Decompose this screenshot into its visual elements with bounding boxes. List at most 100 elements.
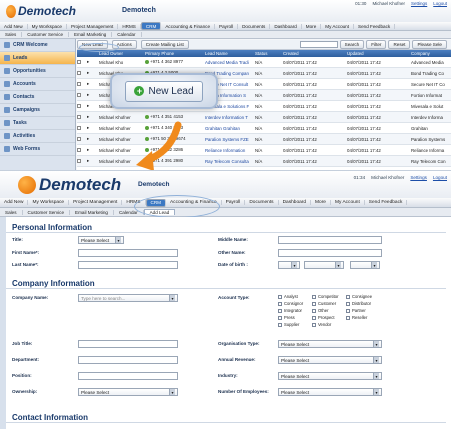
row-checkbox[interactable] bbox=[77, 125, 81, 130]
tab-sales[interactable]: Sales bbox=[0, 209, 23, 215]
create-mailing-list-button[interactable]: Create Mailing List bbox=[140, 40, 189, 49]
account-type-consignor[interactable]: Consignor bbox=[278, 301, 312, 306]
row-checkbox[interactable] bbox=[77, 81, 81, 86]
checkbox[interactable] bbox=[312, 315, 316, 320]
row-checkbox[interactable] bbox=[77, 158, 81, 163]
user-name[interactable]: Michael Khofner bbox=[372, 1, 405, 6]
row-expand-icon[interactable]: ▸ bbox=[87, 70, 97, 76]
filter-select[interactable]: Please Sele bbox=[412, 40, 447, 49]
org-type-select[interactable]: Please Select ▾ bbox=[278, 340, 382, 348]
checkbox[interactable] bbox=[312, 308, 316, 313]
menu-item-more[interactable]: More bbox=[302, 23, 322, 29]
column-header[interactable]: Created bbox=[283, 51, 319, 56]
menu-item-send-feedback[interactable]: Send Feedback bbox=[354, 23, 396, 29]
menu-item-add-new[interactable]: Add New bbox=[0, 200, 29, 205]
row-checkbox[interactable] bbox=[77, 103, 81, 108]
menu-item-dashboard[interactable]: Dashboard bbox=[279, 200, 312, 205]
account-type-other[interactable]: Other bbox=[312, 308, 346, 313]
row-expand-icon[interactable]: ▸ bbox=[87, 125, 97, 131]
account-type-analyst[interactable]: Analyst bbox=[278, 294, 312, 299]
account-type-integrator[interactable]: Integrator bbox=[278, 308, 312, 313]
tab-email-marketing[interactable]: Email Marketing bbox=[70, 209, 114, 215]
menu-item-my-account[interactable]: My Account bbox=[321, 23, 355, 29]
dob-month-select[interactable]: ▾ bbox=[304, 261, 344, 269]
account-type-consignee[interactable]: Consignee bbox=[346, 294, 380, 299]
menu-item-project-management[interactable]: Project Management bbox=[69, 200, 123, 205]
row-checkbox[interactable] bbox=[77, 147, 81, 152]
column-header[interactable]: Company bbox=[411, 51, 451, 56]
menu-item-payroll[interactable]: Payroll bbox=[215, 23, 239, 29]
account-type-prospect[interactable]: Prospect bbox=[312, 315, 346, 320]
menu-item-my-workspace[interactable]: My Workspace bbox=[28, 200, 70, 205]
industry-select[interactable]: Please Select ▾ bbox=[278, 372, 382, 380]
row-checkbox[interactable] bbox=[77, 92, 81, 97]
lead-name-link[interactable]: Ray Telecom Consulta bbox=[205, 159, 255, 164]
menu-item-dashboard[interactable]: Dashboard bbox=[270, 23, 302, 29]
column-header[interactable]: Primary Phone bbox=[145, 51, 205, 56]
sidebar-item-opportunities[interactable]: Opportunities bbox=[0, 65, 75, 78]
menu-item-documents[interactable]: Documents bbox=[238, 23, 271, 29]
row-checkbox[interactable] bbox=[77, 136, 81, 141]
search-input[interactable] bbox=[299, 41, 338, 48]
menu-item-more[interactable]: More bbox=[311, 200, 331, 205]
checkbox[interactable] bbox=[312, 294, 316, 299]
row-expand-icon[interactable]: ▸ bbox=[87, 59, 97, 65]
menu-item-sales[interactable]: Sales bbox=[0, 32, 23, 37]
lead-name-link[interactable]: Grahitan Grahitan bbox=[205, 126, 255, 131]
checkbox[interactable] bbox=[278, 322, 282, 327]
menu-item-accounting-finance[interactable]: Accounting & Finance bbox=[161, 23, 216, 29]
first-name-input[interactable] bbox=[78, 249, 178, 257]
row-expand-icon[interactable]: ▸ bbox=[87, 103, 97, 109]
menu-item-project-management[interactable]: Project Management bbox=[67, 23, 119, 29]
checkbox[interactable] bbox=[278, 315, 282, 320]
employees-select[interactable]: Please Select ▾ bbox=[278, 388, 382, 396]
sidebar-item-leads[interactable]: Leads bbox=[0, 52, 75, 65]
table-row[interactable]: ▸ Michael Kho +971 4 362 8977 Advanced Medi… bbox=[77, 57, 451, 68]
row-expand-icon[interactable]: ▸ bbox=[87, 158, 97, 164]
account-type-supplier[interactable]: Supplier bbox=[278, 322, 312, 327]
last-name-input[interactable] bbox=[78, 261, 178, 269]
phone-link[interactable]: +971 4 351 4153 bbox=[145, 114, 183, 119]
row-checkbox[interactable] bbox=[77, 59, 81, 64]
lead-name-link[interactable]: Paralion Systems FZE bbox=[205, 137, 255, 142]
annual-revenue-select[interactable]: Please Select ▾ bbox=[278, 356, 382, 364]
search-button[interactable]: Search bbox=[339, 40, 365, 49]
settings-link[interactable]: Settings bbox=[410, 175, 427, 180]
menu-item-send-feedback[interactable]: Send Feedback bbox=[365, 200, 408, 205]
checkbox[interactable] bbox=[346, 315, 350, 320]
company-name-input[interactable]: Type here to search... ▾ bbox=[78, 294, 178, 302]
other-name-input[interactable] bbox=[278, 249, 382, 257]
row-checkbox[interactable] bbox=[77, 70, 81, 75]
checkbox[interactable] bbox=[346, 301, 350, 306]
sidebar-item-crm-welcome[interactable]: CRM Welcome bbox=[0, 39, 75, 52]
row-checkbox[interactable] bbox=[77, 114, 81, 119]
dob-day-select[interactable]: ▾ bbox=[278, 261, 300, 269]
checkbox[interactable] bbox=[278, 308, 282, 313]
menu-item-add-new[interactable]: Add New bbox=[0, 23, 28, 29]
sidebar-item-web-forms[interactable]: Web Forms bbox=[0, 143, 75, 156]
lead-name-link[interactable]: Interdev Information T bbox=[205, 115, 255, 120]
row-expand-icon[interactable]: ▸ bbox=[87, 136, 97, 142]
tab-customer-service[interactable]: Customer Service bbox=[23, 209, 71, 215]
row-expand-icon[interactable]: ▸ bbox=[87, 92, 97, 98]
menu-item-hrms[interactable]: HRMS bbox=[118, 23, 141, 29]
menu-item-crm[interactable]: CRM bbox=[140, 22, 162, 30]
column-header[interactable]: Status bbox=[255, 51, 283, 56]
settings-link[interactable]: Settings bbox=[411, 1, 427, 6]
menu-item-calendar[interactable]: Calendar bbox=[112, 32, 142, 37]
account-type-partner[interactable]: Partner bbox=[346, 308, 380, 313]
row-expand-icon[interactable]: ▸ bbox=[87, 147, 97, 153]
checkbox[interactable] bbox=[278, 301, 282, 306]
checkbox[interactable] bbox=[312, 301, 316, 306]
phone-link[interactable]: +971 4 362 8977 bbox=[145, 59, 183, 64]
position-input[interactable] bbox=[78, 372, 178, 380]
checkbox[interactable] bbox=[346, 308, 350, 313]
account-type-reseller[interactable]: Reseller bbox=[346, 315, 380, 320]
filter-button[interactable]: Filter bbox=[366, 40, 387, 49]
row-expand-icon[interactable]: ▸ bbox=[87, 81, 97, 87]
lead-name-link[interactable]: Reliance Information bbox=[205, 148, 255, 153]
zoomed-new-lead-button[interactable]: + New Lead bbox=[125, 80, 203, 102]
department-input[interactable] bbox=[78, 356, 178, 364]
sidebar-item-accounts[interactable]: Accounts bbox=[0, 78, 75, 91]
account-type-competitor[interactable]: Competitor bbox=[312, 294, 346, 299]
